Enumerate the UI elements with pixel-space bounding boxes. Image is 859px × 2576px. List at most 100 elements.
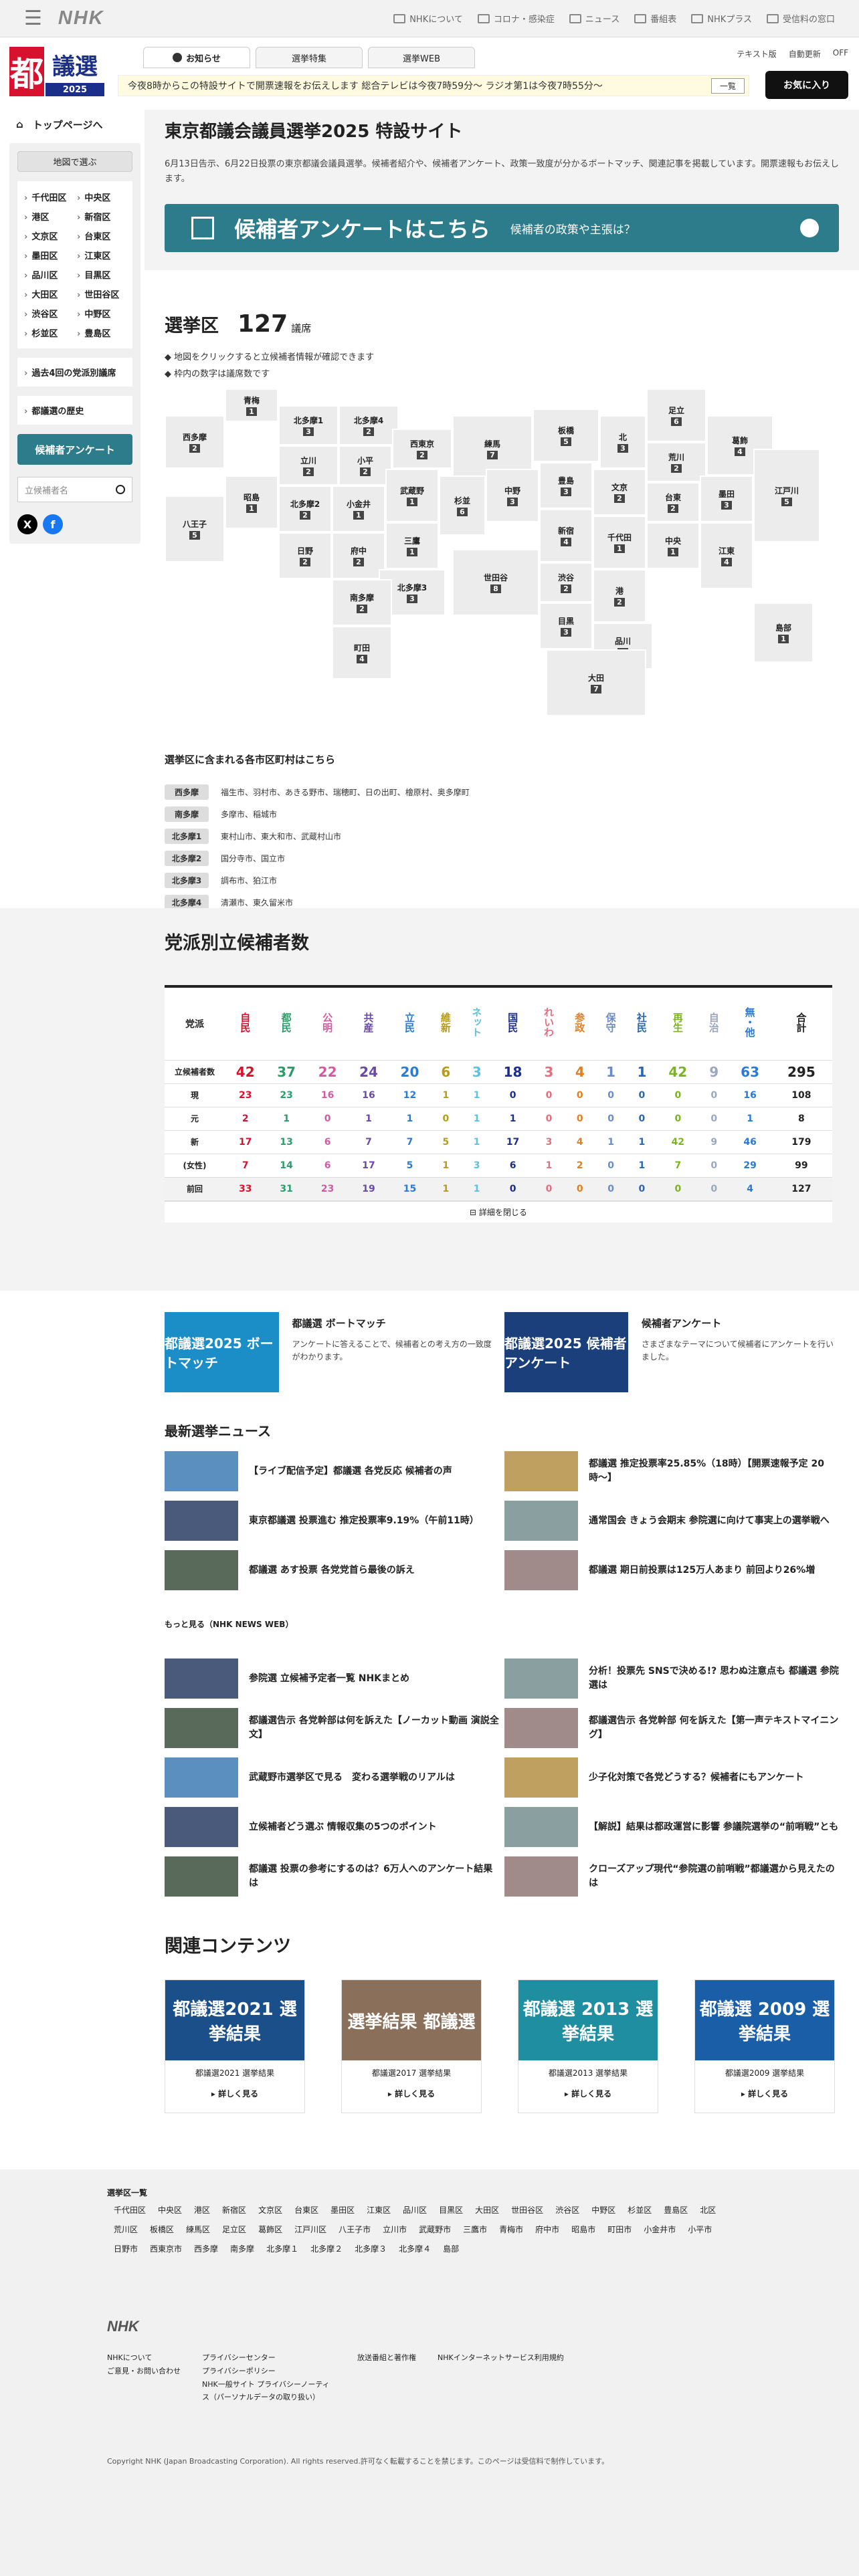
tab-notice[interactable]: お知らせ bbox=[143, 47, 250, 68]
map-district[interactable]: 三鷹 1 bbox=[385, 522, 439, 569]
news-item[interactable]: 都議選告示 各党幹部 何を訴えた【第一声テキストマイニング】 bbox=[504, 1708, 839, 1748]
footer-link[interactable]: NHKについて bbox=[107, 2351, 181, 2365]
map-district[interactable]: 北多摩2 2 bbox=[278, 486, 332, 532]
footer-district-link[interactable]: 町田市 bbox=[607, 2224, 632, 2235]
footer-district-link[interactable]: 小金井市 bbox=[644, 2224, 676, 2235]
map-district[interactable]: 世田谷 8 bbox=[452, 549, 539, 616]
related-card[interactable]: 都議選2021 選挙結果 都議選2021 選挙結果 ▸ 詳しく見る bbox=[165, 1979, 305, 2113]
footer-district-link[interactable]: 中野区 bbox=[591, 2204, 615, 2216]
survey-banner[interactable]: 候補者アンケートはこちら 候補者の政策や主張は？ bbox=[165, 204, 839, 253]
footer-district-link[interactable]: 北多摩１ bbox=[266, 2243, 298, 2254]
global-link[interactable]: ニュース bbox=[569, 12, 619, 25]
related-card[interactable]: 都議選 2009 選挙結果 都議選2009 選挙結果 ▸ 詳しく見る bbox=[694, 1979, 835, 2113]
news-item[interactable]: クローズアップ現代“参院選の前哨戦”都議選から見えたのは bbox=[504, 1856, 839, 1897]
footer-district-link[interactable]: 北多摩３ bbox=[355, 2243, 387, 2254]
map-district[interactable]: 町田 4 bbox=[332, 626, 392, 679]
footer-district-link[interactable]: 墨田区 bbox=[330, 2204, 355, 2216]
news-item[interactable]: 【ライブ配信予定】都議選 各党反応 候補者の声 bbox=[165, 1451, 499, 1491]
text-mode-link[interactable]: テキスト版 bbox=[737, 48, 777, 60]
footer-district-link[interactable]: 府中市 bbox=[535, 2224, 559, 2235]
footer-district-link[interactable]: 西東京市 bbox=[150, 2243, 182, 2254]
favorite-button[interactable]: お気に入り bbox=[765, 71, 848, 99]
footer-link[interactable]: ご意見・お問い合わせ bbox=[107, 2365, 181, 2378]
sidebar-ward-link[interactable]: 江東区 bbox=[77, 249, 126, 261]
related-detail-link[interactable]: ▸ 詳しく見る bbox=[365, 2088, 458, 2099]
map-district[interactable]: 西東京 2 bbox=[392, 429, 452, 469]
map-district[interactable]: 府中 2 bbox=[332, 532, 385, 579]
footer-district-link[interactable]: 北区 bbox=[700, 2204, 716, 2216]
news-item[interactable]: 【解説】結果は都政運営に影響 参議院選挙の“前哨戦”とも bbox=[504, 1807, 839, 1847]
footer-district-link[interactable]: 港区 bbox=[194, 2204, 210, 2216]
history-link[interactable]: 都議選の歴史 bbox=[17, 396, 132, 425]
footer-district-link[interactable]: 三鷹市 bbox=[463, 2224, 487, 2235]
news-item[interactable]: 参院選 立候補予定者一覧 NHKまとめ bbox=[165, 1658, 499, 1699]
map-district[interactable]: 小金井 1 bbox=[332, 486, 385, 532]
tab-election-web[interactable]: 選挙WEB bbox=[368, 47, 475, 68]
sidebar-ward-link[interactable]: 目黒区 bbox=[77, 268, 126, 281]
footer-district-link[interactable]: 豊島区 bbox=[664, 2204, 688, 2216]
map-district[interactable]: 目黒 3 bbox=[539, 603, 593, 649]
footer-district-link[interactable]: 西多摩 bbox=[194, 2243, 218, 2254]
related-card[interactable]: 選挙結果 都議選 都議選2017 選挙結果 ▸ 詳しく見る bbox=[341, 1979, 482, 2113]
candidate-survey-button[interactable]: 候補者アンケート bbox=[17, 434, 132, 465]
more-news-link[interactable]: もっと見る（NHK NEWS WEB） bbox=[165, 1618, 293, 1630]
related-detail-link[interactable]: ▸ 詳しく見る bbox=[188, 2088, 282, 2099]
sidebar-ward-link[interactable]: 千代田区 bbox=[24, 191, 73, 203]
x-icon[interactable]: X bbox=[17, 514, 37, 534]
sidebar-ward-link[interactable]: 大田区 bbox=[24, 288, 73, 300]
map-district[interactable]: 江戸川 5 bbox=[753, 449, 820, 542]
sidebar-ward-link[interactable]: 台東区 bbox=[77, 229, 126, 242]
news-item[interactable]: 都議選 あす投票 各党党首ら最後の訴え bbox=[165, 1550, 499, 1590]
global-link[interactable]: コロナ・感染症 bbox=[477, 12, 555, 25]
related-card[interactable]: 都議選 2013 選挙結果 都議選2013 選挙結果 ▸ 詳しく見る bbox=[518, 1979, 658, 2113]
footer-district-link[interactable]: 青梅市 bbox=[499, 2224, 523, 2235]
sidebar-ward-link[interactable]: 品川区 bbox=[24, 268, 73, 281]
past-seats-link[interactable]: 過去4回の党派別議席 bbox=[17, 358, 132, 387]
sidebar-ward-link[interactable]: 新宿区 bbox=[77, 210, 126, 223]
nhk-logo[interactable]: NHK bbox=[58, 7, 104, 29]
footer-district-link[interactable]: 足立区 bbox=[222, 2224, 246, 2235]
map-district[interactable]: 墨田 3 bbox=[700, 475, 753, 522]
footer-district-link[interactable]: 日野市 bbox=[114, 2243, 138, 2254]
sidebar-ward-link[interactable]: 港区 bbox=[24, 210, 73, 223]
footer-district-link[interactable]: 品川区 bbox=[403, 2204, 427, 2216]
map-district[interactable]: 昭島 1 bbox=[225, 475, 278, 529]
map-select-button[interactable]: 地図で選ぶ bbox=[17, 151, 132, 172]
footer-district-link[interactable]: 八王子市 bbox=[339, 2224, 371, 2235]
sidebar-ward-link[interactable]: 豊島区 bbox=[77, 326, 126, 339]
votematch-promo[interactable]: 都議選2025 ボートマッチ 都議選 ボートマッチ アンケートに答えることで、候補… bbox=[165, 1312, 499, 1396]
global-link[interactable]: NHKについて bbox=[393, 12, 463, 25]
footer-district-link[interactable]: 大田区 bbox=[475, 2204, 499, 2216]
map-district[interactable]: 中野 3 bbox=[486, 469, 539, 522]
map-district[interactable]: 港2 bbox=[593, 569, 646, 623]
footer-district-link[interactable]: 目黒区 bbox=[439, 2204, 463, 2216]
news-item[interactable]: 都議選 投票の参考にするのは？6万人へのアンケート結果は bbox=[165, 1856, 499, 1897]
map-district[interactable]: 日野 2 bbox=[278, 532, 332, 579]
search-icon[interactable] bbox=[116, 485, 125, 494]
footer-district-link[interactable]: 杉並区 bbox=[628, 2204, 652, 2216]
footer-district-link[interactable]: 荒川区 bbox=[114, 2224, 138, 2235]
global-link[interactable]: 受信料の窓口 bbox=[766, 12, 835, 25]
global-link[interactable]: 番組表 bbox=[634, 12, 676, 25]
map-district[interactable]: 台東 2 bbox=[646, 482, 700, 522]
footer-district-link[interactable]: 北多摩２ bbox=[310, 2243, 343, 2254]
map-district[interactable]: 南多摩 2 bbox=[332, 579, 392, 626]
sidebar-ward-link[interactable]: 中央区 bbox=[77, 191, 126, 203]
footer-district-link[interactable]: 島部 bbox=[443, 2243, 459, 2254]
footer-district-link[interactable]: 渋谷区 bbox=[555, 2204, 579, 2216]
footer-district-link[interactable]: 南多摩 bbox=[230, 2243, 254, 2254]
footer-district-link[interactable]: 昭島市 bbox=[571, 2224, 595, 2235]
map-district[interactable]: 青梅 1 bbox=[225, 389, 278, 422]
candidate-search-input[interactable]: 立候補者名 bbox=[17, 477, 132, 502]
sidebar-ward-link[interactable]: 杉並区 bbox=[24, 326, 73, 339]
footer-district-link[interactable]: 北多摩４ bbox=[399, 2243, 431, 2254]
sidebar-ward-link[interactable]: 文京区 bbox=[24, 229, 73, 242]
related-detail-link[interactable]: ▸ 詳しく見る bbox=[718, 2088, 812, 2099]
map-district[interactable]: 島部 1 bbox=[753, 603, 814, 663]
map-district[interactable]: 小平 2 bbox=[339, 445, 392, 486]
news-item[interactable]: 通常国会 きょう会期末 参院選に向けて事実上の選挙戦へ bbox=[504, 1501, 839, 1541]
map-district[interactable]: 西多摩 2 bbox=[165, 415, 225, 469]
map-district[interactable]: 江東 4 bbox=[700, 522, 753, 589]
footer-link[interactable]: プライバシーセンター bbox=[202, 2351, 336, 2365]
map-district[interactable]: 新宿 4 bbox=[539, 509, 593, 562]
